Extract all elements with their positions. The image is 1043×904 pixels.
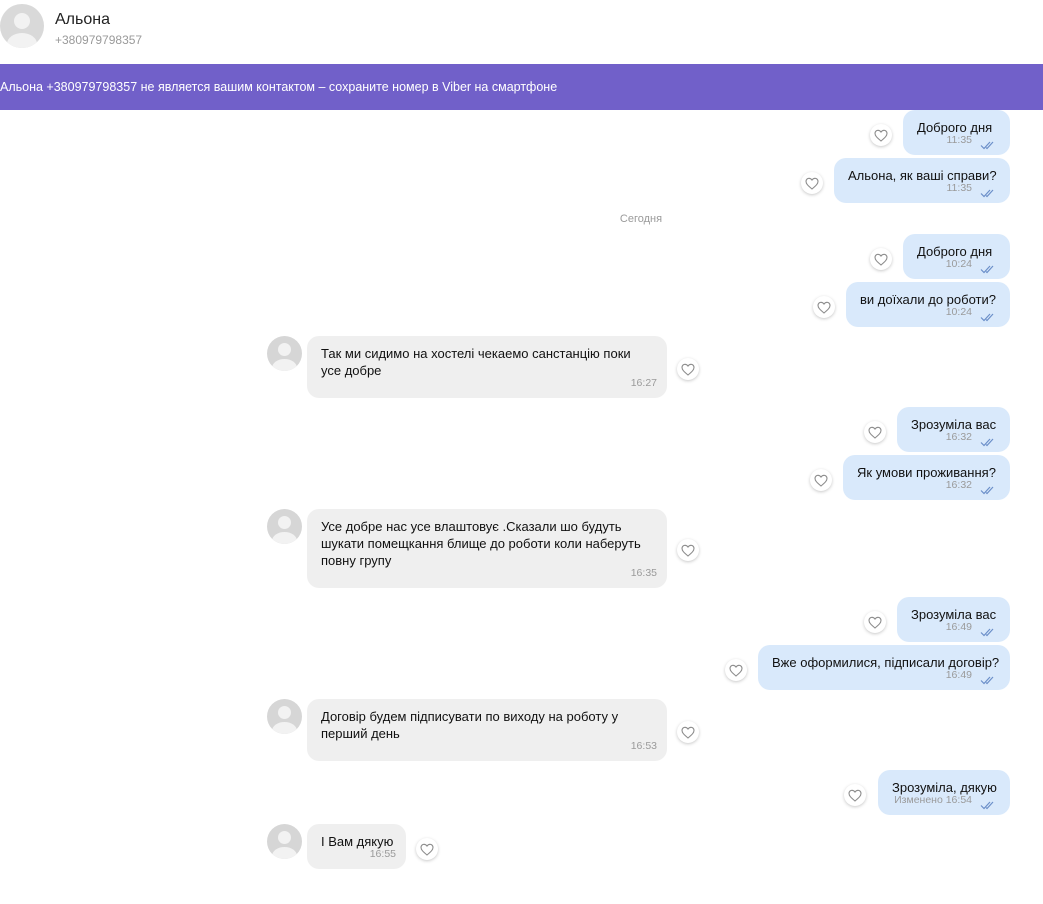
double-check-icon xyxy=(980,137,998,150)
double-check-icon xyxy=(980,624,998,637)
outgoing-message[interactable]: Доброго дня 10:24 xyxy=(903,234,1010,279)
outgoing-message[interactable]: Зрозуміла, дякую Изменено 16:54 xyxy=(878,770,1010,815)
incoming-message[interactable]: Договір будем підписувати по виходу на р… xyxy=(307,699,667,761)
message-line: перший день xyxy=(321,726,400,741)
avatar-head xyxy=(14,13,30,29)
message-text: Усе добре нас усе влаштовує .Сказали шо … xyxy=(321,518,641,569)
incoming-message[interactable]: Так ми сидимо на хостелі чекаемо санстан… xyxy=(307,336,667,398)
outgoing-message[interactable]: Вже оформилися, підписали договір? 16:49 xyxy=(758,645,1010,690)
message-line: повну групу xyxy=(321,553,392,568)
heart-icon[interactable] xyxy=(864,611,886,633)
message-line: Альона, як ваші справи? xyxy=(848,168,997,183)
heart-icon[interactable] xyxy=(725,659,747,681)
heart-icon[interactable] xyxy=(810,469,832,491)
message-time: 10:24 xyxy=(945,258,972,270)
heart-icon[interactable] xyxy=(677,539,699,561)
avatar-body xyxy=(272,359,297,371)
double-check-icon xyxy=(980,261,998,274)
message-line: Так ми сидимо на хостелі чекаемо санстан… xyxy=(321,346,631,361)
double-check-icon xyxy=(980,309,998,322)
outgoing-message[interactable]: Альона, як ваші справи? 11:35 xyxy=(834,158,1010,203)
contact-name[interactable]: Альона xyxy=(55,11,110,29)
sender-avatar[interactable] xyxy=(267,699,302,734)
avatar-body xyxy=(272,847,297,859)
heart-icon[interactable] xyxy=(416,838,438,860)
message-time: 16:49 xyxy=(945,669,972,681)
double-check-icon xyxy=(980,672,998,685)
message-time: 16:27 xyxy=(630,377,657,389)
sender-avatar[interactable] xyxy=(267,824,302,859)
heart-icon[interactable] xyxy=(801,172,823,194)
heart-icon[interactable] xyxy=(677,358,699,380)
message-line: Договір будем підписувати по виходу на р… xyxy=(321,709,619,724)
avatar-head xyxy=(278,706,291,719)
avatar-body xyxy=(272,532,297,544)
sender-avatar[interactable] xyxy=(267,336,302,371)
contact-avatar[interactable] xyxy=(0,4,44,48)
outgoing-message[interactable]: Як умови проживання? 16:32 xyxy=(843,455,1010,500)
double-check-icon xyxy=(980,797,998,810)
message-line: Усе добре нас усе влаштовує .Сказали шо … xyxy=(321,519,622,534)
heart-icon[interactable] xyxy=(864,421,886,443)
avatar-body xyxy=(7,33,37,48)
outgoing-message[interactable]: Доброго дня 11:35 xyxy=(903,110,1010,155)
outgoing-message[interactable]: Зрозуміла вас 16:49 xyxy=(897,597,1010,642)
message-text: Договір будем підписувати по виходу на р… xyxy=(321,708,618,742)
message-time: 16:55 xyxy=(369,848,396,860)
message-time: 16:35 xyxy=(630,567,657,579)
heart-icon[interactable] xyxy=(870,248,892,270)
avatar-body xyxy=(272,722,297,734)
message-time: 11:35 xyxy=(946,182,973,194)
not-in-contacts-banner: Альона +380979798357 не является вашим к… xyxy=(0,64,1043,110)
message-time: 10:24 xyxy=(945,306,972,318)
message-line: усе добре xyxy=(321,363,382,378)
heart-icon[interactable] xyxy=(813,296,835,318)
sender-avatar[interactable] xyxy=(267,509,302,544)
message-time: 16:32 xyxy=(945,479,972,491)
double-check-icon xyxy=(980,185,998,198)
message-text: Так ми сидимо на хостелі чекаемо санстан… xyxy=(321,345,631,379)
avatar-head xyxy=(278,831,291,844)
avatar-head xyxy=(278,516,291,529)
message-text: ви доїхали до роботи? xyxy=(860,291,996,308)
message-time: 16:32 xyxy=(945,431,972,443)
message-time: 16:53 xyxy=(630,740,657,752)
outgoing-message[interactable]: ви доїхали до роботи? 10:24 xyxy=(846,282,1010,327)
double-check-icon xyxy=(980,482,998,495)
date-separator: Сегодня xyxy=(619,213,663,225)
message-line: шукати помещкання блище до роботи коли н… xyxy=(321,536,641,551)
message-text: Альона, як ваші справи? xyxy=(848,167,997,184)
heart-icon[interactable] xyxy=(870,124,892,146)
outgoing-message[interactable]: Зрозуміла вас 16:32 xyxy=(897,407,1010,452)
heart-icon[interactable] xyxy=(677,721,699,743)
incoming-message[interactable]: І Вам дякую 16:55 xyxy=(307,824,406,869)
double-check-icon xyxy=(980,434,998,447)
chat-header: Альона +380979798357 xyxy=(0,0,1043,64)
contact-phone: +380979798357 xyxy=(55,33,143,47)
message-text: Як умови проживання? xyxy=(857,464,996,481)
incoming-message[interactable]: Усе добре нас усе влаштовує .Сказали шо … xyxy=(307,509,667,588)
avatar-head xyxy=(278,343,291,356)
heart-icon[interactable] xyxy=(844,784,866,806)
message-line: Як умови проживання? xyxy=(857,465,996,480)
message-line: ви доїхали до роботи? xyxy=(860,292,996,307)
message-time: Изменено 16:54 xyxy=(894,794,972,806)
message-time: 11:35 xyxy=(946,134,973,146)
message-time: 16:49 xyxy=(945,621,972,633)
